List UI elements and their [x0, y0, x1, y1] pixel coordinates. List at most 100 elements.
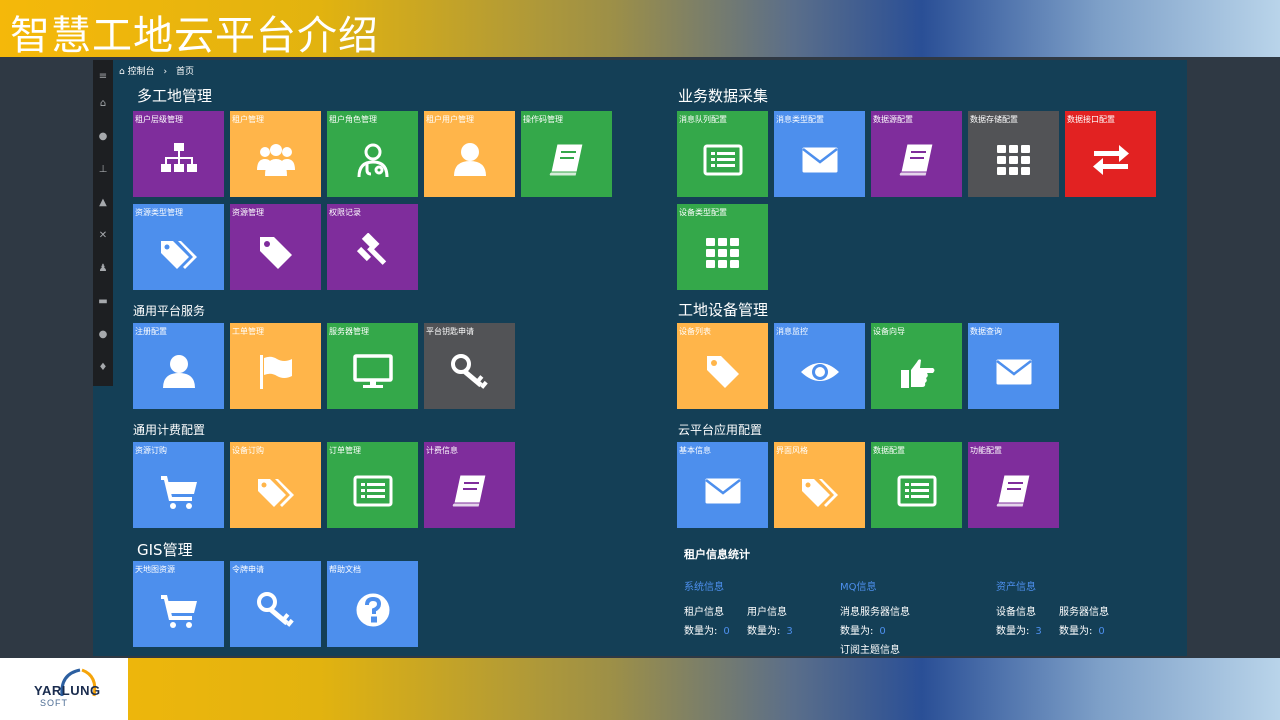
tile-message-queue-config[interactable]: 消息队列配置	[677, 111, 768, 197]
user-icon[interactable]: ●	[93, 328, 113, 342]
tile-message-monitor[interactable]: 消息监控	[774, 323, 865, 409]
sitemap-icon[interactable]: ⊥	[93, 163, 113, 177]
tile-resource-types[interactable]: 资源类型管理	[133, 204, 224, 290]
tint-icon[interactable]: ▲	[93, 196, 113, 210]
tile-device-list[interactable]: 设备列表	[677, 323, 768, 409]
tile-label: 租户层级管理	[135, 115, 183, 124]
tenant-count-value: 0	[723, 626, 730, 637]
book-icon	[897, 140, 937, 180]
tile-label: 消息类型配置	[776, 115, 824, 124]
tile-label: 数据查询	[970, 327, 1002, 336]
system-info-heading[interactable]: 系统信息	[684, 578, 724, 593]
tile-billing-info[interactable]: 计费信息	[424, 442, 515, 528]
tile-permission-records[interactable]: 权限记录	[327, 204, 418, 290]
key-icon	[256, 590, 296, 630]
tile-device-wizard[interactable]: 设备向导	[871, 323, 962, 409]
key-icon	[450, 352, 490, 392]
mq-info-heading[interactable]: MQ信息	[840, 578, 877, 593]
tile-label: 工单管理	[232, 327, 264, 336]
tile-label: 帮助文档	[329, 565, 361, 574]
tile-label: 设备类型配置	[679, 208, 727, 217]
globe-icon[interactable]: ●	[93, 130, 113, 144]
question-circle-icon	[353, 590, 393, 630]
list-alt-icon	[897, 471, 937, 511]
tile-label: 数据存储配置	[970, 115, 1018, 124]
tile-basic-info[interactable]: 基本信息	[677, 442, 768, 528]
tile-data-source-config[interactable]: 数据源配置	[871, 111, 962, 197]
cart-icon[interactable]: ▬	[93, 295, 113, 309]
tile-resources[interactable]: 资源管理	[230, 204, 321, 290]
tile-data-storage-config[interactable]: 数据存储配置	[968, 111, 1059, 197]
tile-label: 数据配置	[873, 446, 905, 455]
home-small-icon: ⌂	[119, 67, 125, 77]
tile-device-ordering[interactable]: 设备订购	[230, 442, 321, 528]
subscribe-topic-info-label: 订阅主题信息	[840, 645, 900, 656]
book-icon	[450, 471, 490, 511]
tile-label: 资源类型管理	[135, 208, 183, 217]
tile-opcode-management[interactable]: 操作码管理	[521, 111, 612, 197]
tile-resource-ordering[interactable]: 资源订购	[133, 442, 224, 528]
tile-label: 基本信息	[679, 446, 711, 455]
tag-icon	[256, 233, 296, 273]
gavel-icon	[353, 233, 393, 273]
tile-message-type-config[interactable]: 消息类型配置	[774, 111, 865, 197]
section-gis: GIS管理	[137, 541, 193, 559]
book-icon	[994, 471, 1034, 511]
tile-label: 权限记录	[329, 208, 361, 217]
tile-help-docs[interactable]: 帮助文档	[327, 561, 418, 647]
tile-token-request[interactable]: 令牌申请	[230, 561, 321, 647]
device-info-label: 设备信息	[996, 607, 1036, 618]
user-tie-icon[interactable]: ♟	[93, 262, 113, 276]
tile-label: 消息队列配置	[679, 115, 727, 124]
breadcrumb-current: 首页	[175, 67, 194, 77]
asset-info-heading[interactable]: 资产信息	[996, 578, 1036, 593]
section-cloud-app: 云平台应用配置	[678, 423, 763, 437]
map-marker-icon[interactable]: ♦	[93, 361, 113, 375]
user-icon	[450, 140, 490, 180]
count-label: 数量为:	[840, 626, 874, 637]
chevron-right-icon: ›	[163, 67, 168, 77]
tile-label: 资源管理	[232, 208, 264, 217]
device-count: 数量为: 3	[996, 622, 1042, 637]
count-label: 数量为:	[684, 626, 718, 637]
tile-label: 数据接口配置	[1067, 115, 1115, 124]
wrench-icon[interactable]: ✕	[93, 229, 113, 243]
user-count-value: 3	[786, 626, 793, 637]
tile-server-management[interactable]: 服务器管理	[327, 323, 418, 409]
tile-label: 设备订购	[232, 446, 264, 455]
tile-label: 平台钥匙申请	[426, 327, 474, 336]
tile-label: 资源订购	[135, 446, 167, 455]
user-count: 数量为: 3	[747, 622, 793, 637]
tile-registration-config[interactable]: 注册配置	[133, 323, 224, 409]
tile-data-config[interactable]: 数据配置	[871, 442, 962, 528]
tile-ui-style[interactable]: 界面风格	[774, 442, 865, 528]
tile-device-type-config[interactable]: 设备类型配置	[677, 204, 768, 290]
sitemap-icon	[159, 140, 199, 180]
tile-platform-key-request[interactable]: 平台钥匙申请	[424, 323, 515, 409]
envelope-icon	[703, 471, 743, 511]
cart-icon	[159, 590, 199, 630]
logo-text: YARLUNG	[34, 683, 101, 698]
tile-data-interface-config[interactable]: 数据接口配置	[1065, 111, 1156, 197]
tile-label: 注册配置	[135, 327, 167, 336]
tile-label: 订单管理	[329, 446, 361, 455]
th-icon	[994, 140, 1034, 180]
tile-work-orders[interactable]: 工单管理	[230, 323, 321, 409]
tile-data-query[interactable]: 数据查询	[968, 323, 1059, 409]
breadcrumb-home[interactable]: 控制台	[128, 67, 155, 77]
tile-tenant-roles[interactable]: 租户角色管理	[327, 111, 418, 197]
tile-label: 设备列表	[679, 327, 711, 336]
breadcrumb: ⌂ 控制台 › 首页	[119, 64, 194, 77]
tile-label: 天地图资源	[135, 565, 175, 574]
tile-tenant-management[interactable]: 租户管理	[230, 111, 321, 197]
tile-tenant-users[interactable]: 租户用户管理	[424, 111, 515, 197]
tile-tenant-hierarchy[interactable]: 租户层级管理	[133, 111, 224, 197]
tile-label: 计费信息	[426, 446, 458, 455]
tile-label: 数据源配置	[873, 115, 913, 124]
tile-function-config[interactable]: 功能配置	[968, 442, 1059, 528]
tile-tianditu-resources[interactable]: 天地图资源	[133, 561, 224, 647]
tile-order-management[interactable]: 订单管理	[327, 442, 418, 528]
menu-icon[interactable]: ≡	[93, 70, 113, 84]
tags-icon	[800, 471, 840, 511]
home-icon[interactable]: ⌂	[93, 97, 113, 111]
